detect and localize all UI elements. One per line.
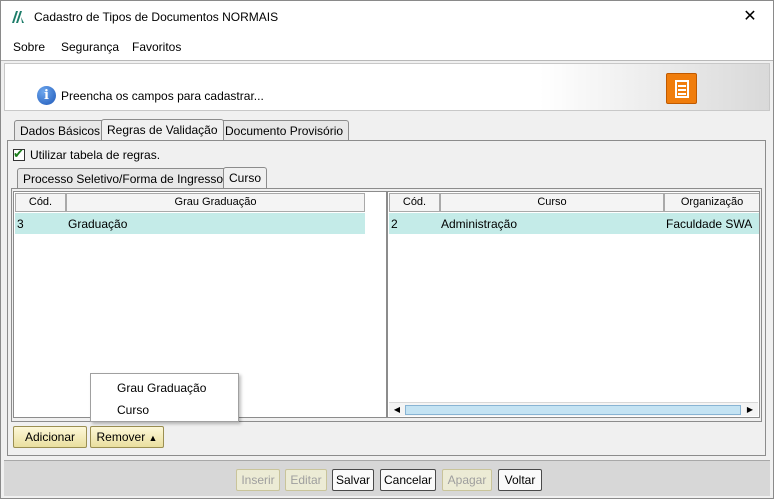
cell-cod: 3 (17, 217, 24, 231)
subtab-curso[interactable]: Curso (223, 167, 268, 188)
menu-favoritos[interactable]: Favoritos (132, 40, 181, 54)
remove-popup-menu: Grau Graduação Curso (90, 373, 239, 422)
delete-button[interactable]: Apagar (442, 469, 492, 491)
column-header-cod[interactable]: Cód. (15, 193, 66, 212)
cancel-button[interactable]: Cancelar (380, 469, 436, 491)
caret-up-icon: ▲ (148, 433, 158, 443)
back-button[interactable]: Voltar (498, 469, 542, 491)
close-icon[interactable]: ✕ (727, 1, 773, 33)
popup-item-curso[interactable]: Curso (117, 403, 149, 417)
cell-curso: Administração (441, 217, 518, 231)
info-icon: i (37, 86, 56, 105)
scroll-right-icon[interactable]: ▶ (743, 403, 757, 416)
cell-grau: Graduação (68, 217, 128, 231)
menu-sobre[interactable]: Sobre (13, 40, 45, 54)
curso-grid: Cód. Curso Organização 2 Administração F… (387, 191, 760, 418)
use-rules-checkbox[interactable]: ✔ (13, 146, 25, 161)
use-rules-label: Utilizar tabela de regras. (30, 148, 161, 162)
column-header-cod[interactable]: Cód. (389, 193, 440, 212)
cell-cod: 2 (391, 217, 398, 231)
popup-item-grau-graduacao[interactable]: Grau Graduação (117, 381, 206, 395)
table-row[interactable]: 3 Graduação (15, 213, 365, 234)
column-header-grau-graduacao[interactable]: Grau Graduação (66, 193, 365, 212)
main-window: Cadastro de Tipos de Documentos NORMAIS … (0, 0, 774, 499)
menu-seguranca[interactable]: Segurança (61, 40, 119, 54)
remove-button-label: Remover (96, 430, 146, 444)
horizontal-scrollbar[interactable]: ◀ ▶ (389, 402, 758, 416)
document-list-button[interactable] (666, 73, 697, 104)
window-title: Cadastro de Tipos de Documentos NORMAIS (34, 10, 279, 24)
remove-button[interactable]: Remover ▲ (90, 426, 164, 448)
subtab-processo-seletivo[interactable]: Processo Seletivo/Forma de Ingresso (17, 168, 230, 188)
insert-button[interactable]: Inserir (236, 469, 280, 491)
footer-bar: Inserir Editar Salvar Cancelar Apagar Vo… (4, 460, 770, 496)
checkmark-icon: ✔ (13, 146, 24, 161)
add-button[interactable]: Adicionar (13, 426, 87, 448)
info-message: Preencha os campos para cadastrar... (61, 89, 264, 103)
scroll-left-icon[interactable]: ◀ (390, 403, 404, 416)
table-row[interactable]: 2 Administração Faculdade SWA (389, 213, 759, 234)
menu-bar: Sobre Segurança Favoritos (1, 33, 773, 61)
app-logo-icon (12, 11, 24, 23)
scroll-thumb[interactable] (405, 405, 741, 415)
info-bar: i Preencha os campos para cadastrar... (4, 63, 770, 111)
cell-organizacao: Faculdade SWA (666, 217, 753, 231)
column-header-organizacao[interactable]: Organização (664, 193, 759, 212)
tab-dados-basicos[interactable]: Dados Básicos (14, 120, 107, 140)
column-header-curso[interactable]: Curso (440, 193, 664, 212)
save-button[interactable]: Salvar (332, 469, 374, 491)
edit-button[interactable]: Editar (285, 469, 327, 491)
tab-documento-provisorio[interactable]: Documento Provisório (219, 120, 350, 140)
tab-regras-validacao[interactable]: Regras de Validação (101, 119, 224, 140)
title-bar: Cadastro de Tipos de Documentos NORMAIS … (1, 1, 773, 33)
